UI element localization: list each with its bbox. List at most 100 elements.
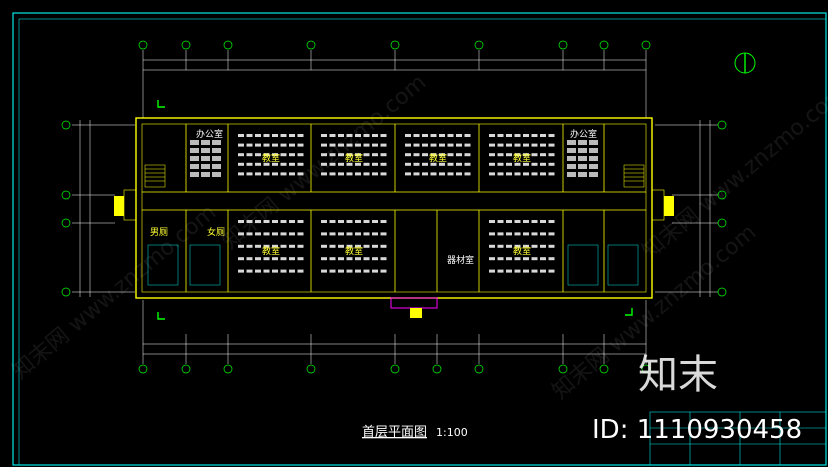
desk bbox=[246, 143, 253, 147]
desk bbox=[338, 244, 344, 248]
desk bbox=[329, 244, 336, 248]
office-desk bbox=[567, 172, 576, 177]
desk bbox=[380, 153, 387, 157]
office-desk bbox=[578, 148, 587, 153]
desk bbox=[363, 269, 370, 273]
desk bbox=[246, 257, 253, 261]
desk bbox=[297, 220, 304, 223]
desk bbox=[372, 269, 378, 273]
desk bbox=[548, 232, 555, 236]
desk bbox=[329, 162, 336, 166]
desk bbox=[489, 172, 495, 176]
office-desk bbox=[589, 164, 598, 169]
watermark-text: 知末网 www.znzmo.com bbox=[218, 70, 431, 255]
desk bbox=[329, 134, 336, 137]
desk bbox=[338, 269, 344, 273]
desk bbox=[255, 162, 261, 166]
desk bbox=[338, 257, 344, 261]
desk bbox=[255, 172, 261, 176]
desk bbox=[540, 244, 546, 248]
desk bbox=[514, 220, 521, 223]
desk bbox=[289, 162, 295, 166]
desk bbox=[346, 172, 353, 176]
desk bbox=[380, 220, 387, 223]
desk bbox=[297, 134, 304, 137]
desk bbox=[346, 257, 353, 261]
desk bbox=[355, 232, 361, 236]
office-desk bbox=[212, 172, 221, 177]
desk bbox=[363, 244, 370, 248]
desk bbox=[531, 143, 538, 147]
office-desk bbox=[578, 156, 587, 161]
desk bbox=[272, 269, 278, 273]
desk-grid: 教室 教室 教室 教室教室 教室 教室 bbox=[190, 134, 598, 273]
desk bbox=[489, 134, 495, 137]
desk bbox=[380, 257, 387, 261]
desk bbox=[540, 172, 546, 176]
desk bbox=[321, 162, 327, 166]
desk bbox=[346, 220, 353, 223]
desk bbox=[540, 134, 546, 137]
desk bbox=[246, 134, 253, 137]
desk bbox=[531, 134, 538, 137]
desk bbox=[280, 153, 287, 157]
office-desk bbox=[567, 156, 576, 161]
desk bbox=[246, 269, 253, 273]
desk bbox=[422, 162, 428, 166]
desk bbox=[372, 172, 378, 176]
desk bbox=[464, 172, 471, 176]
desk bbox=[363, 143, 370, 147]
desk bbox=[297, 143, 304, 147]
desk bbox=[506, 220, 512, 223]
desk bbox=[430, 134, 437, 137]
desk bbox=[497, 244, 504, 248]
desk bbox=[272, 143, 278, 147]
office-desk bbox=[201, 140, 210, 145]
desk bbox=[540, 257, 546, 261]
desk bbox=[355, 143, 361, 147]
desk bbox=[413, 134, 420, 137]
office-desk bbox=[212, 148, 221, 153]
desk bbox=[372, 220, 378, 223]
desk bbox=[447, 143, 454, 147]
drawing-scale: 1:100 bbox=[436, 426, 468, 439]
desk bbox=[346, 232, 353, 236]
desk bbox=[255, 220, 261, 223]
desk bbox=[289, 269, 295, 273]
desk bbox=[523, 220, 529, 223]
desk bbox=[506, 162, 512, 166]
desk bbox=[506, 244, 512, 248]
desk bbox=[380, 162, 387, 166]
office-desk bbox=[190, 156, 199, 161]
desk bbox=[531, 269, 538, 273]
desk bbox=[531, 244, 538, 248]
desk bbox=[329, 172, 336, 176]
desk bbox=[497, 232, 504, 236]
desk bbox=[355, 269, 361, 273]
desk bbox=[321, 244, 327, 248]
desk bbox=[363, 162, 370, 166]
desk bbox=[489, 153, 495, 157]
desk bbox=[355, 220, 361, 223]
room-label-classroom: 教室 bbox=[513, 152, 531, 164]
desk bbox=[338, 153, 344, 157]
desk bbox=[456, 153, 462, 157]
desk bbox=[540, 232, 546, 236]
desk bbox=[280, 172, 287, 176]
desk bbox=[372, 153, 378, 157]
desk bbox=[523, 257, 529, 261]
desk bbox=[272, 257, 278, 261]
desk bbox=[497, 220, 504, 223]
brand-logo: 知末 bbox=[638, 352, 718, 398]
desk bbox=[372, 134, 378, 137]
desk bbox=[246, 153, 253, 157]
axis-bubbles-side bbox=[61, 120, 727, 297]
desk bbox=[447, 134, 454, 137]
desk bbox=[355, 172, 361, 176]
desk bbox=[280, 162, 287, 166]
room-label-storage: 器材室 bbox=[447, 254, 474, 266]
desk bbox=[280, 220, 287, 223]
desk bbox=[489, 257, 495, 261]
desk bbox=[439, 134, 445, 137]
room-label-classroom: 教室 bbox=[345, 245, 363, 257]
